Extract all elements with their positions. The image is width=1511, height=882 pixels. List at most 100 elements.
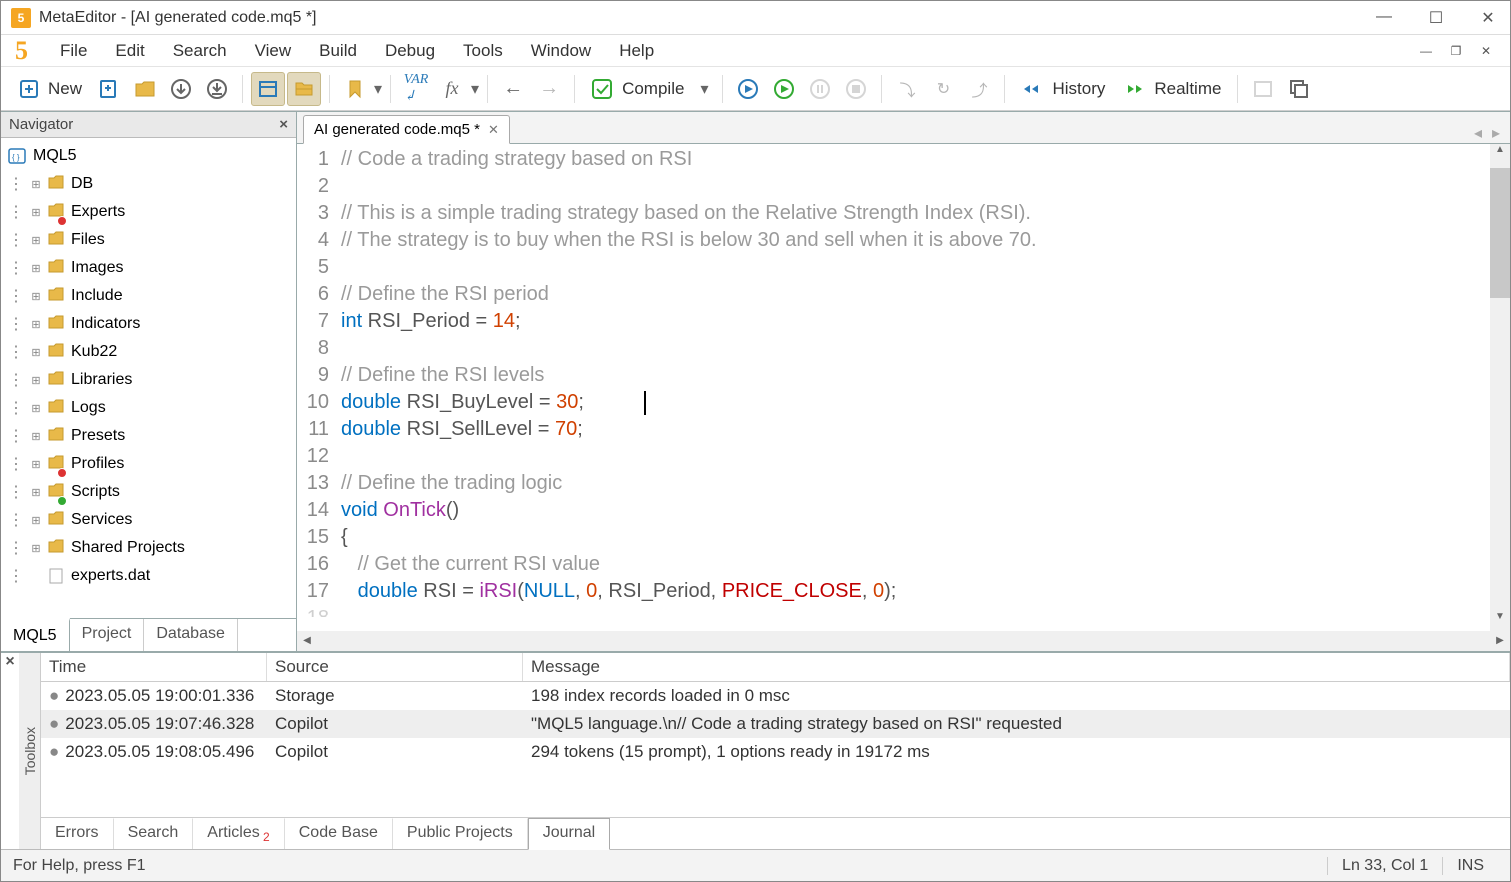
pause-button[interactable]: [803, 72, 837, 106]
toolbox-row[interactable]: ●2023.05.05 19:00:01.336Storage198 index…: [41, 682, 1510, 710]
main-area: Navigator × { } MQL5 ⋮⊞DB⋮⊞Experts⋮⊞File…: [1, 111, 1510, 651]
windows-button[interactable]: [1282, 72, 1316, 106]
compile-dropdown[interactable]: ▾: [694, 79, 714, 99]
view-split-button[interactable]: [251, 72, 285, 106]
download-all-button[interactable]: [200, 72, 234, 106]
toolbox-tab-articles[interactable]: Articles 2: [193, 818, 284, 849]
editor-tabs: AI generated code.mq5 * ✕ ◂ ▸: [297, 112, 1510, 144]
new-file-button[interactable]: [92, 72, 126, 106]
col-header-source[interactable]: Source: [267, 653, 523, 681]
new-button[interactable]: New: [11, 72, 90, 106]
scroll-thumb[interactable]: [1490, 168, 1510, 298]
run-button[interactable]: [767, 72, 801, 106]
nav-tab-project[interactable]: Project: [70, 619, 145, 651]
step-over-button[interactable]: ↻: [926, 72, 960, 106]
editor-tab-close-button[interactable]: ✕: [488, 122, 499, 138]
col-header-message[interactable]: Message: [523, 653, 1510, 681]
scroll-down-button[interactable]: ▼: [1490, 611, 1510, 631]
tree-item-label: Profiles: [71, 455, 124, 473]
compile-label: Compile: [622, 79, 684, 99]
fx-button[interactable]: fx: [435, 72, 469, 106]
toolbox-tab-search[interactable]: Search: [114, 818, 194, 849]
tree-item-profiles[interactable]: ⋮⊞Profiles: [3, 450, 294, 478]
tree-item-libraries[interactable]: ⋮⊞Libraries: [3, 366, 294, 394]
tree-item-services[interactable]: ⋮⊞Services: [3, 506, 294, 534]
hscroll-left-button[interactable]: ◀: [297, 631, 317, 651]
history-button[interactable]: History: [1013, 72, 1113, 106]
stop-button[interactable]: [839, 72, 873, 106]
tree-item-label: Logs: [71, 399, 106, 417]
toolbox-tab-journal[interactable]: Journal: [528, 818, 610, 850]
tree-item-experts[interactable]: ⋮⊞Experts: [3, 198, 294, 226]
tree-item-db[interactable]: ⋮⊞DB: [3, 170, 294, 198]
tree-file[interactable]: ⋮ experts.dat: [3, 562, 294, 590]
toolbox-row[interactable]: ●2023.05.05 19:08:05.496Copilot294 token…: [41, 738, 1510, 766]
tree-item-logs[interactable]: ⋮⊞Logs: [3, 394, 294, 422]
debug-start-button[interactable]: [731, 72, 765, 106]
tree-item-scripts[interactable]: ⋮⊞Scripts: [3, 478, 294, 506]
bookmark-dropdown[interactable]: ▾: [374, 79, 382, 99]
maximize-button[interactable]: ☐: [1424, 8, 1448, 28]
mdi-minimize-button[interactable]: —: [1416, 44, 1436, 58]
mdi-close-button[interactable]: ✕: [1476, 44, 1496, 58]
navigator-tabs: MQL5ProjectDatabase: [1, 618, 296, 651]
open-button[interactable]: [128, 72, 162, 106]
view-folders-button[interactable]: [287, 72, 321, 106]
tree-item-kub22[interactable]: ⋮⊞Kub22: [3, 338, 294, 366]
menu-view[interactable]: View: [241, 36, 306, 66]
horizontal-scrollbar[interactable]: ◀ ▶: [297, 631, 1510, 651]
bookmark-button[interactable]: [338, 72, 372, 106]
new-label: New: [48, 79, 82, 99]
code-editor[interactable]: 123456789101112131415161718 // Code a tr…: [297, 144, 1510, 631]
editor-tab[interactable]: AI generated code.mq5 * ✕: [303, 115, 510, 144]
text-cursor: [644, 391, 646, 415]
window-split-button[interactable]: [1246, 72, 1280, 106]
menu-file[interactable]: File: [46, 36, 101, 66]
vertical-scrollbar[interactable]: ▲ ▼: [1490, 144, 1510, 631]
tab-next-button[interactable]: ▸: [1492, 123, 1500, 143]
toolbox-row[interactable]: ●2023.05.05 19:07:46.328Copilot"MQL5 lan…: [41, 710, 1510, 738]
nav-tab-database[interactable]: Database: [144, 619, 238, 651]
toolbox-close-button[interactable]: ×: [1, 653, 19, 671]
nav-back-button[interactable]: ←: [496, 72, 530, 106]
nav-tab-mql5[interactable]: MQL5: [1, 618, 70, 651]
tab-prev-button[interactable]: ◂: [1474, 123, 1482, 143]
menu-window[interactable]: Window: [517, 36, 605, 66]
stop-icon: [845, 78, 867, 100]
tree-root[interactable]: { } MQL5: [3, 142, 294, 170]
toolbox-rows[interactable]: ●2023.05.05 19:00:01.336Storage198 index…: [41, 682, 1510, 817]
download-button[interactable]: [164, 72, 198, 106]
menu-tools[interactable]: Tools: [449, 36, 517, 66]
mdi-restore-button[interactable]: ❐: [1446, 44, 1466, 58]
fx-dropdown[interactable]: ▾: [471, 79, 479, 99]
menu-build[interactable]: Build: [305, 36, 371, 66]
navigator-close-button[interactable]: ×: [279, 116, 288, 133]
toolbox-tab-public-projects[interactable]: Public Projects: [393, 818, 528, 849]
col-header-time[interactable]: Time: [41, 653, 267, 681]
step-out-button[interactable]: ⤴: [962, 72, 996, 106]
hscroll-right-button[interactable]: ▶: [1490, 631, 1510, 651]
var-button[interactable]: VAR↲: [399, 72, 433, 106]
step-into-button[interactable]: ⤵: [890, 72, 924, 106]
tree-item-files[interactable]: ⋮⊞Files: [3, 226, 294, 254]
scroll-up-button[interactable]: ▲: [1490, 144, 1510, 164]
toolbox-tab-errors[interactable]: Errors: [41, 818, 114, 849]
close-button[interactable]: ✕: [1476, 8, 1500, 28]
toolbox-tab-code-base[interactable]: Code Base: [285, 818, 393, 849]
menu-help[interactable]: Help: [605, 36, 668, 66]
editor-tab-label: AI generated code.mq5 *: [314, 121, 480, 138]
tree-item-images[interactable]: ⋮⊞Images: [3, 254, 294, 282]
navigator-tree[interactable]: { } MQL5 ⋮⊞DB⋮⊞Experts⋮⊞Files⋮⊞Images⋮⊞I…: [1, 138, 296, 618]
tree-item-shared-projects[interactable]: ⋮⊞Shared Projects: [3, 534, 294, 562]
realtime-button[interactable]: Realtime: [1115, 72, 1229, 106]
tree-item-indicators[interactable]: ⋮⊞Indicators: [3, 310, 294, 338]
tree-item-presets[interactable]: ⋮⊞Presets: [3, 422, 294, 450]
tree-item-include[interactable]: ⋮⊞Include: [3, 282, 294, 310]
code-content[interactable]: // Code a trading strategy based on RSI …: [337, 144, 1490, 631]
menu-edit[interactable]: Edit: [101, 36, 158, 66]
menu-search[interactable]: Search: [159, 36, 241, 66]
compile-button[interactable]: Compile: [583, 72, 692, 106]
nav-forward-button[interactable]: →: [532, 72, 566, 106]
minimize-button[interactable]: —: [1372, 8, 1396, 28]
menu-debug[interactable]: Debug: [371, 36, 449, 66]
